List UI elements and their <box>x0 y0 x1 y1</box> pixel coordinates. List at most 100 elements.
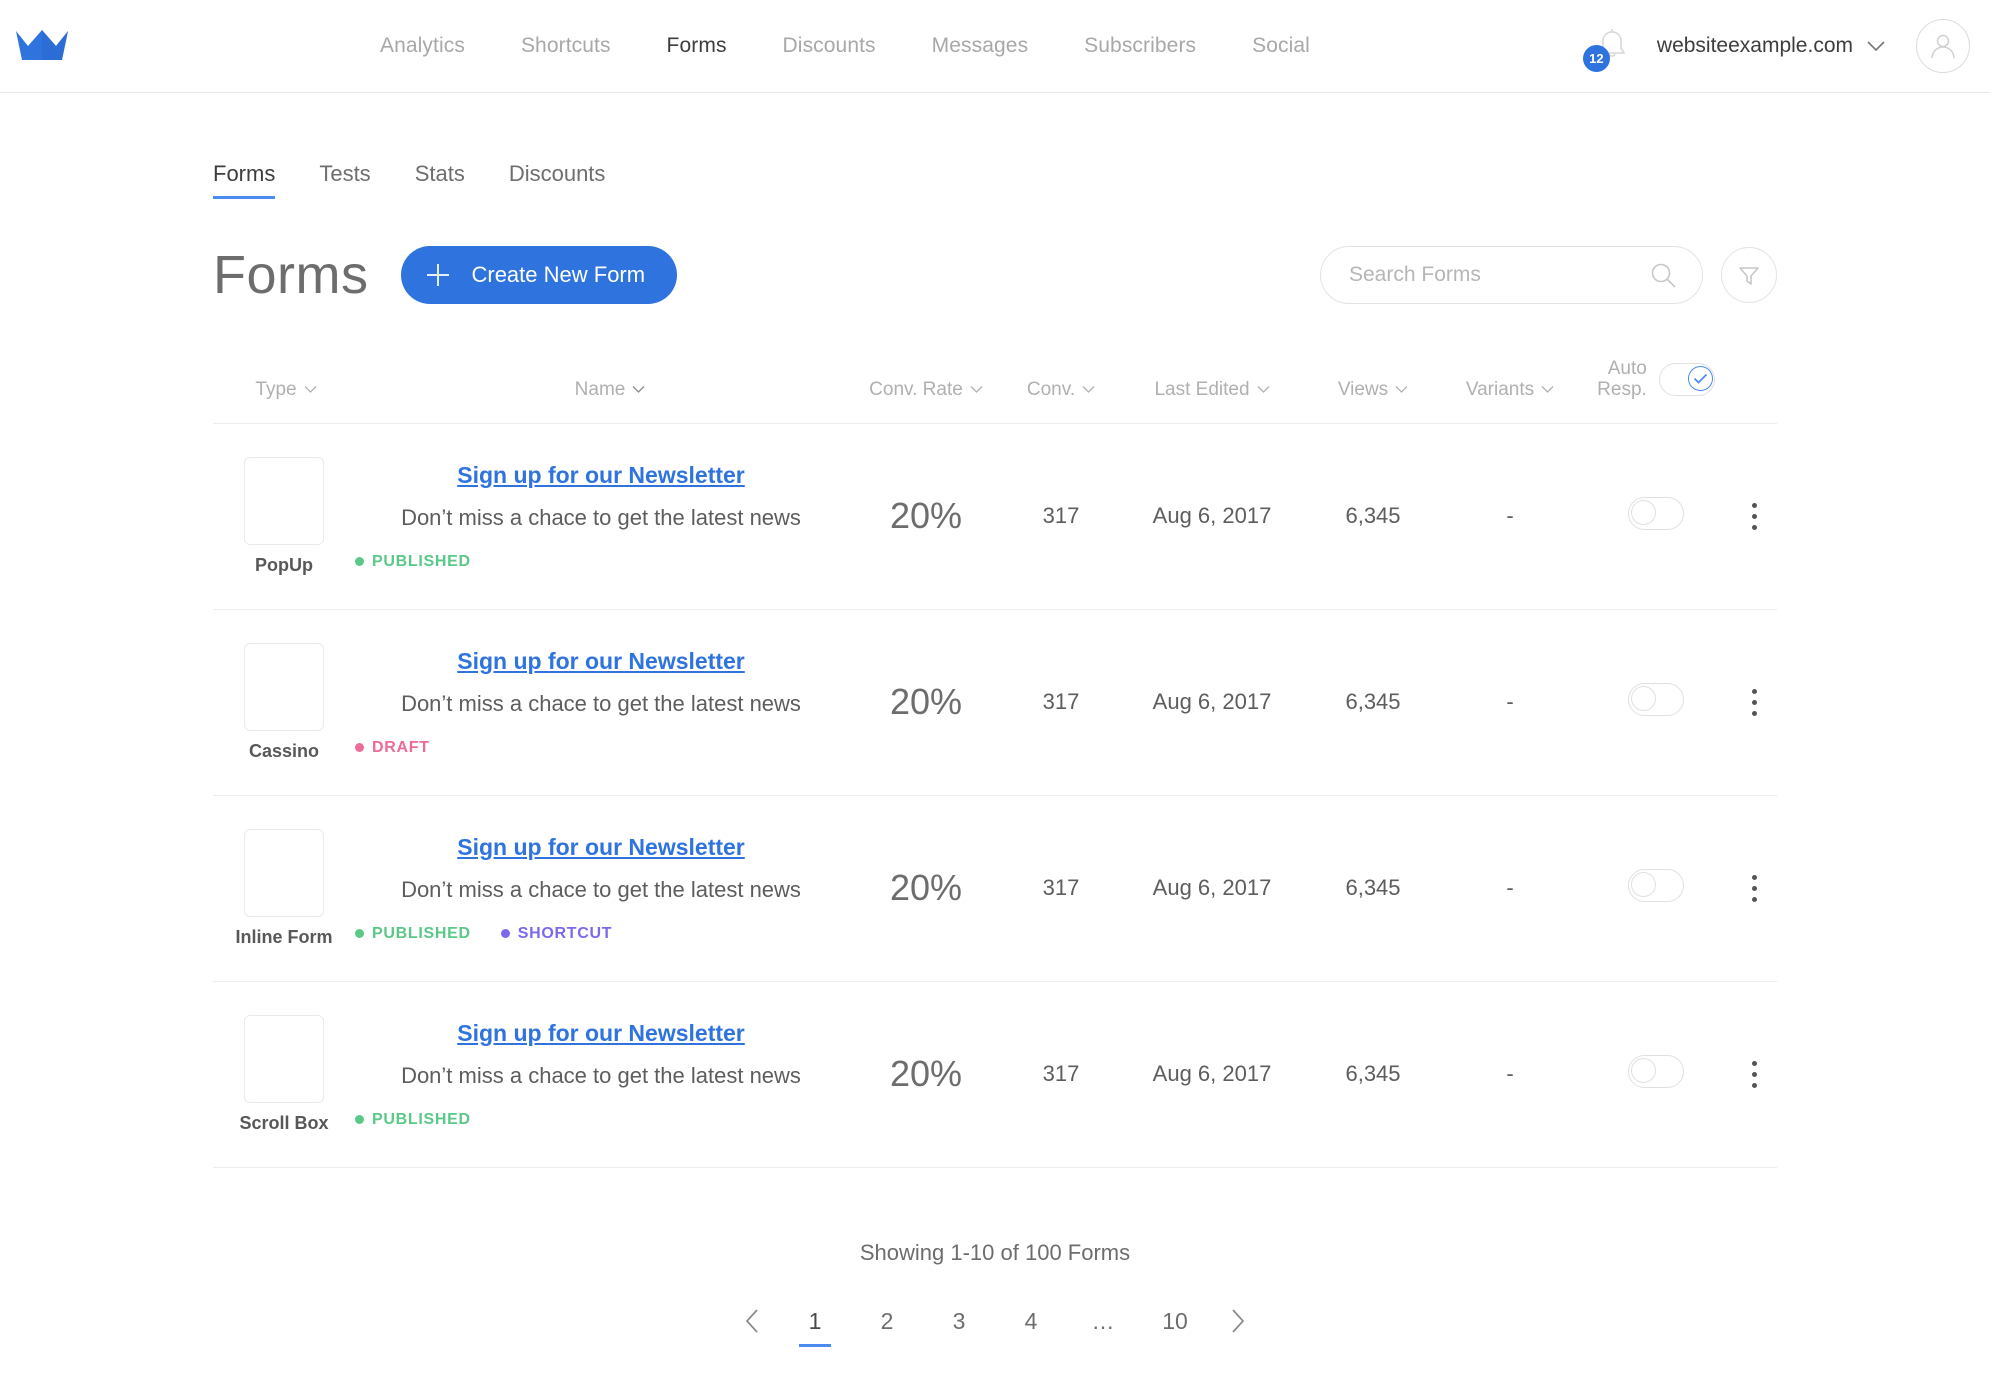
auto-resp-toggle[interactable] <box>1628 496 1684 530</box>
nav-item-analytics[interactable]: Analytics <box>352 34 493 58</box>
row-variants-cell: - <box>1506 689 1514 715</box>
form-name-link[interactable]: Sign up for our Newsletter <box>355 462 847 489</box>
row-menu-button[interactable] <box>1731 688 1777 716</box>
column-header-auto-resp: Auto Resp. <box>1581 358 1731 423</box>
row-views-cell: 6,345 <box>1345 689 1401 715</box>
row-last-edited-cell: Aug 6, 2017 <box>1152 503 1272 529</box>
toggle-knob <box>1631 1057 1656 1083</box>
pagination-page-4[interactable]: 4 <box>1017 1308 1045 1347</box>
forms-table-header: Type Name Conv. Rate Conv. Last Edited V… <box>213 358 1777 424</box>
pagination-next-button[interactable] <box>1229 1308 1246 1346</box>
notifications-button[interactable]: 12 <box>1582 23 1635 72</box>
status-dot-icon <box>355 557 364 567</box>
status-badges: PUBLISHED <box>355 1111 847 1129</box>
pagination-page-3[interactable]: 3 <box>945 1308 973 1347</box>
form-thumbnail <box>244 642 324 731</box>
row-type-cell: Cassino <box>213 609 355 795</box>
search-input[interactable] <box>1349 263 1648 287</box>
auto-resp-toggle[interactable] <box>1628 1054 1684 1088</box>
auto-resp-toggle[interactable] <box>1628 682 1684 716</box>
chevron-down-icon <box>970 386 983 393</box>
page-content: Forms Tests Stats Discounts Forms Create… <box>0 161 1990 1347</box>
crown-logo-icon[interactable] <box>14 26 70 66</box>
status-badge-label: PUBLISHED <box>372 924 471 942</box>
column-header-conv[interactable]: Conv. <box>1005 358 1117 423</box>
nav-item-messages[interactable]: Messages <box>904 34 1057 58</box>
nav-item-discounts[interactable]: Discounts <box>755 34 904 58</box>
nav-item-subscribers[interactable]: Subscribers <box>1056 34 1224 58</box>
status-badge-label: PUBLISHED <box>372 1110 471 1128</box>
status-badges: DRAFT <box>355 739 847 757</box>
row-menu-button[interactable] <box>1731 502 1777 530</box>
form-name-link[interactable]: Sign up for our Newsletter <box>355 1020 847 1047</box>
filter-button[interactable] <box>1721 247 1777 303</box>
table-row[interactable]: Inline Form Sign up for our Newsletter D… <box>213 795 1777 982</box>
account-menu[interactable]: websiteexample.com <box>1657 34 1886 58</box>
tab-discounts[interactable]: Discounts <box>509 161 628 199</box>
nav-item-shortcuts[interactable]: Shortcuts <box>493 34 639 58</box>
search-box[interactable] <box>1320 246 1703 304</box>
chevron-down-icon <box>1541 386 1554 393</box>
table-row[interactable]: Cassino Sign up for our Newsletter Don’t… <box>213 609 1777 796</box>
status-dot-icon <box>500 929 510 939</box>
pagination: 1 2 3 4 … 10 <box>213 1308 1777 1347</box>
auto-resp-master-toggle[interactable] <box>1658 362 1715 396</box>
row-auto-resp-cell <box>1581 981 1731 1167</box>
row-menu-button[interactable] <box>1731 1060 1777 1088</box>
column-header-name[interactable]: Name <box>355 358 847 423</box>
row-type-cell: Scroll Box <box>213 981 355 1167</box>
status-badge: DRAFT <box>355 739 430 757</box>
column-header-type[interactable]: Type <box>213 358 355 423</box>
pagination-page-2[interactable]: 2 <box>873 1308 901 1347</box>
pagination-ellipsis: … <box>1091 1307 1115 1334</box>
row-menu-button[interactable] <box>1731 874 1777 902</box>
row-variants-cell: - <box>1506 1061 1514 1087</box>
form-thumbnail <box>244 1014 324 1103</box>
top-right-actions: 12 websiteexample.com <box>1582 19 1970 73</box>
form-name-link[interactable]: Sign up for our Newsletter <box>355 834 847 861</box>
toggle-knob <box>1631 871 1656 897</box>
row-last-edited-cell: Aug 6, 2017 <box>1152 1061 1272 1087</box>
row-type-cell: Inline Form <box>213 795 355 981</box>
search-area <box>1320 246 1777 304</box>
page-header-row: Forms Create New Form <box>213 244 1777 306</box>
pagination-page-1[interactable]: 1 <box>799 1308 831 1347</box>
column-header-last-edited[interactable]: Last Edited <box>1117 358 1307 423</box>
status-badge: PUBLISHED <box>355 553 471 571</box>
row-auto-resp-cell <box>1581 423 1731 609</box>
notification-count-badge: 12 <box>1582 45 1610 72</box>
status-dot-icon <box>355 743 364 753</box>
form-description: Don’t miss a chace to get the latest new… <box>401 876 801 902</box>
pagination-page-10[interactable]: 10 <box>1161 1308 1189 1347</box>
status-badge-label: SHORTCUT <box>517 924 613 942</box>
tab-stats[interactable]: Stats <box>415 161 487 199</box>
chevron-down-icon <box>1867 40 1885 51</box>
column-header-conv-rate[interactable]: Conv. Rate <box>847 358 1005 423</box>
forms-table: Type Name Conv. Rate Conv. Last Edited V… <box>213 358 1777 1168</box>
table-row[interactable]: Scroll Box Sign up for our Newsletter Do… <box>213 981 1777 1168</box>
avatar[interactable] <box>1916 19 1970 73</box>
row-conv-rate-cell: 20% <box>847 981 1005 1167</box>
table-row[interactable]: PopUp Sign up for our Newsletter Don’t m… <box>213 423 1777 610</box>
row-conv-cell: 317 <box>1042 689 1080 715</box>
conv-rate-value: 20% <box>889 867 963 909</box>
form-thumbnail <box>244 828 324 917</box>
auto-resp-toggle[interactable] <box>1628 868 1684 902</box>
top-navigation-bar: Analytics Shortcuts Forms Discounts Mess… <box>0 0 1990 93</box>
conv-rate-value: 20% <box>889 1053 963 1095</box>
column-header-views[interactable]: Views <box>1307 358 1439 423</box>
tab-tests[interactable]: Tests <box>319 161 392 199</box>
row-last-edited-cell: Aug 6, 2017 <box>1152 689 1272 715</box>
row-type-cell: PopUp <box>213 423 355 609</box>
nav-item-forms[interactable]: Forms <box>639 34 755 58</box>
form-name-link[interactable]: Sign up for our Newsletter <box>355 648 847 675</box>
nav-item-social[interactable]: Social <box>1224 34 1338 58</box>
tab-forms[interactable]: Forms <box>213 161 297 199</box>
check-icon <box>1693 373 1707 384</box>
status-badge: PUBLISHED <box>355 1111 471 1129</box>
column-header-type-label: Type <box>255 378 297 400</box>
column-header-variants[interactable]: Variants <box>1439 358 1581 423</box>
search-icon[interactable] <box>1648 260 1678 290</box>
create-new-form-button[interactable]: Create New Form <box>401 246 678 304</box>
pagination-prev-button[interactable] <box>744 1308 761 1346</box>
